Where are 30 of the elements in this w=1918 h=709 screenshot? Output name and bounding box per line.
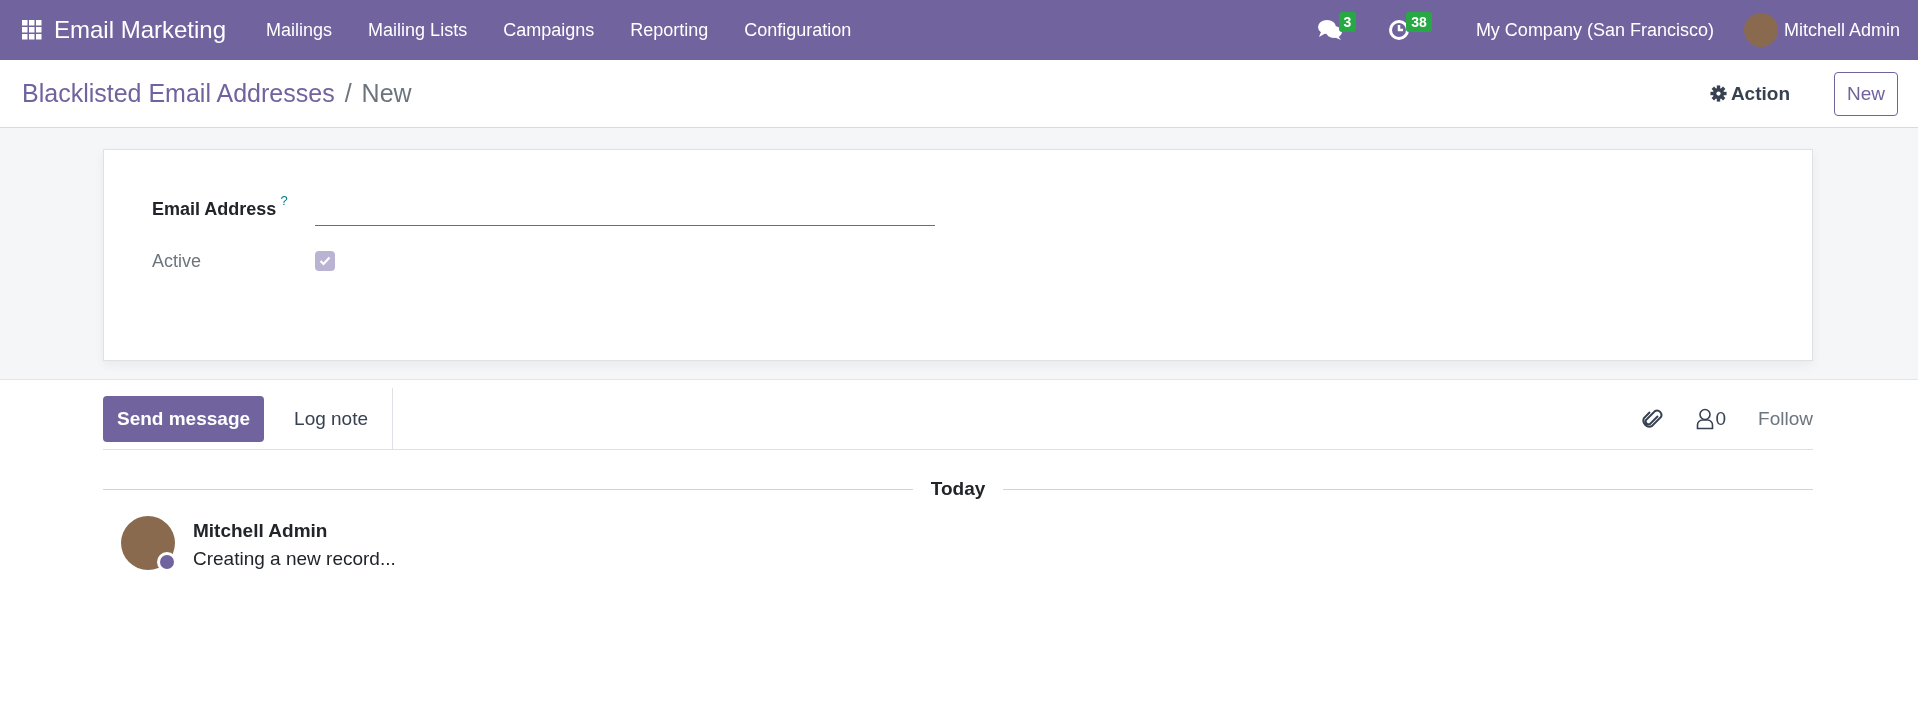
clock-icon[interactable] (1388, 19, 1411, 41)
field-label: Active (152, 250, 202, 272)
menu-item[interactable]: Reporting (612, 19, 727, 41)
breadcrumb-separator: / (344, 79, 352, 108)
date-separator: Today (930, 478, 986, 500)
menu-item[interactable]: Configuration (726, 19, 870, 41)
message-body: Creating a new record... (193, 548, 396, 570)
follow-button[interactable]: Follow (1758, 407, 1813, 430)
menu-item[interactable]: Campaigns (485, 19, 613, 41)
person-icon (1695, 407, 1714, 430)
menu-item[interactable]: Mailing Lists (350, 19, 486, 41)
activity-count-badge: 38 (1406, 12, 1432, 32)
followers-button[interactable]: 0 (1695, 407, 1727, 430)
checkmark-icon (319, 256, 331, 266)
menu-item[interactable]: Mailings (248, 19, 351, 41)
message-count-badge: 3 (1338, 12, 1357, 32)
company-switcher[interactable]: My Company (San Francisco) (1475, 19, 1714, 41)
send-message-button[interactable]: Send message (103, 395, 265, 442)
app-name[interactable]: Email Marketing (54, 16, 227, 44)
breadcrumb-current: New (361, 79, 412, 108)
chat-bubbles-icon[interactable] (1316, 19, 1343, 41)
action-button[interactable]: Action (1703, 76, 1796, 111)
breadcrumb-link[interactable]: Blacklisted Email Addresses (22, 79, 335, 108)
field-label: Email Address (152, 198, 277, 220)
help-tooltip-icon[interactable]: ? (280, 192, 288, 208)
new-button[interactable]: New (1834, 71, 1898, 116)
message-author: Mitchell Admin (193, 520, 329, 542)
user-name[interactable]: Mitchell Admin (1783, 19, 1900, 41)
apps-menu-icon[interactable] (22, 20, 42, 40)
gear-icon (1709, 85, 1727, 102)
